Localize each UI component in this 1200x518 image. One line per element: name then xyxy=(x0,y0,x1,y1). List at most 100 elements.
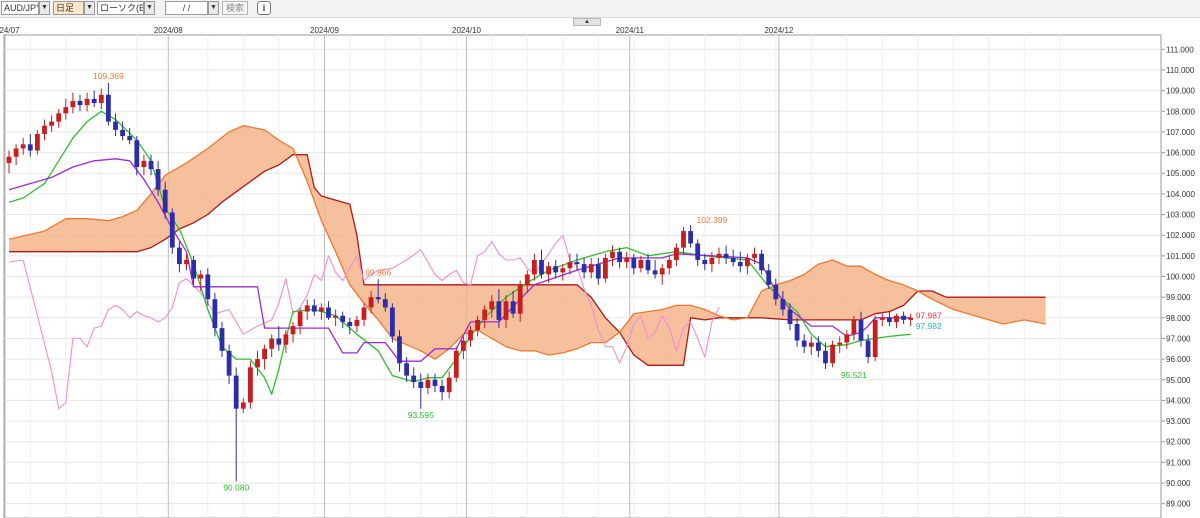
candle-body xyxy=(879,317,885,320)
candle-body xyxy=(908,317,914,320)
collapse-toolbar-icon[interactable]: ▲ xyxy=(573,18,601,26)
candle-body xyxy=(532,259,537,275)
candle-body xyxy=(91,98,97,104)
candle-body xyxy=(666,259,672,269)
candle-body xyxy=(84,98,90,106)
candle-body xyxy=(887,317,892,322)
y-tick-label: 101.000 xyxy=(1166,252,1195,261)
candle-body xyxy=(162,189,168,213)
period-dropdown-icon[interactable]: ▼ xyxy=(84,1,95,15)
candle-body xyxy=(141,160,147,168)
candle-body xyxy=(709,257,715,265)
candle-body xyxy=(177,247,182,265)
candle-body xyxy=(872,319,878,358)
candle-body xyxy=(77,100,83,106)
candle-body xyxy=(737,262,743,267)
price-annotation: 102.399 xyxy=(697,215,728,225)
candle-body xyxy=(269,338,275,349)
candle-body xyxy=(645,259,651,271)
candle-body xyxy=(610,251,615,258)
chart-type-dropdown-icon[interactable]: ▼ xyxy=(144,1,155,15)
candle-body xyxy=(659,268,665,275)
price-annotation: 95.521 xyxy=(841,370,867,380)
symbol-select[interactable]: AUD/JPY xyxy=(1,1,39,15)
candle-body xyxy=(212,299,218,329)
candle-body xyxy=(169,212,175,248)
candle-body xyxy=(858,319,864,341)
candle-body xyxy=(276,338,282,345)
candle-body xyxy=(134,140,140,168)
candle-body xyxy=(446,377,452,393)
candle-body xyxy=(304,305,310,312)
candle-body xyxy=(745,257,750,267)
candle-body xyxy=(461,340,466,351)
candle-body xyxy=(468,330,473,341)
y-tick-label: 108.000 xyxy=(1166,107,1195,116)
candle-body xyxy=(595,264,601,279)
y-tick-label: 96.000 xyxy=(1166,355,1191,364)
candle-body xyxy=(404,363,409,376)
candle-body xyxy=(837,342,843,345)
candle-body xyxy=(262,348,267,360)
y-tick-label: 106.000 xyxy=(1166,149,1195,158)
y-tick-label: 91.000 xyxy=(1166,458,1191,467)
candle-body xyxy=(787,309,793,324)
y-tick-label: 92.000 xyxy=(1166,438,1191,447)
candle-body xyxy=(226,350,232,376)
candle-body xyxy=(631,257,637,269)
candle-body xyxy=(808,342,814,347)
chart-type-select[interactable]: ローソク(BID) xyxy=(97,1,144,15)
candle-body xyxy=(35,134,40,151)
candle-body xyxy=(453,350,459,378)
candle-body xyxy=(681,231,686,248)
candle-body xyxy=(290,326,296,335)
candle-body xyxy=(283,334,289,345)
candle-body xyxy=(801,340,807,347)
candle-body xyxy=(588,264,594,273)
candle-body xyxy=(42,125,47,134)
candle-body xyxy=(794,324,800,341)
candle-body xyxy=(148,160,154,170)
y-tick-label: 105.000 xyxy=(1166,169,1195,178)
y-tick-label: 93.000 xyxy=(1166,417,1191,426)
candle-body xyxy=(127,136,133,141)
candle-body xyxy=(198,274,204,279)
candle-body xyxy=(617,251,622,263)
candle-body xyxy=(113,121,118,130)
info-icon[interactable]: i xyxy=(257,1,271,15)
candle-body xyxy=(539,259,544,275)
x-tick-label: 2024/09 xyxy=(310,26,339,35)
y-tick-label: 98.000 xyxy=(1166,314,1191,323)
candle-body xyxy=(546,266,551,275)
price-annotation: 90.080 xyxy=(223,482,249,492)
candle-body xyxy=(56,113,62,122)
search-button[interactable]: 検索 xyxy=(222,1,248,15)
price-annotation: 99.866 xyxy=(365,267,391,277)
candle-body xyxy=(13,148,19,157)
candle-body xyxy=(475,319,480,331)
candle-body xyxy=(20,144,26,149)
candle-body xyxy=(759,253,764,271)
candle-body xyxy=(823,350,828,364)
candle-body xyxy=(510,301,516,314)
candle-body xyxy=(752,253,757,258)
y-tick-label: 104.000 xyxy=(1166,190,1195,199)
candle-body xyxy=(901,315,906,320)
candle-body xyxy=(390,307,395,337)
candle-body xyxy=(638,259,644,269)
candle-body xyxy=(397,336,402,364)
symbol-dropdown-icon[interactable]: ▼ xyxy=(39,1,50,15)
candle-body xyxy=(255,359,260,368)
date-input[interactable]: / / xyxy=(165,1,208,15)
period-select[interactable]: 日足 xyxy=(53,1,84,15)
candle-body xyxy=(574,262,580,265)
candle-body xyxy=(844,334,850,343)
x-tick-label: 2024/12 xyxy=(764,26,793,35)
x-tick-label: 2024/11 xyxy=(616,26,645,35)
candle-body xyxy=(361,307,367,320)
candle-body xyxy=(184,259,189,265)
candlestick-chart[interactable]: 89.000 90.000 91.000 92.000 93.000 94.000 95.0… xyxy=(0,26,1200,518)
candle-body xyxy=(865,340,871,358)
date-dropdown-icon[interactable]: ▼ xyxy=(208,1,219,15)
price-annotation: 93.595 xyxy=(408,410,434,420)
